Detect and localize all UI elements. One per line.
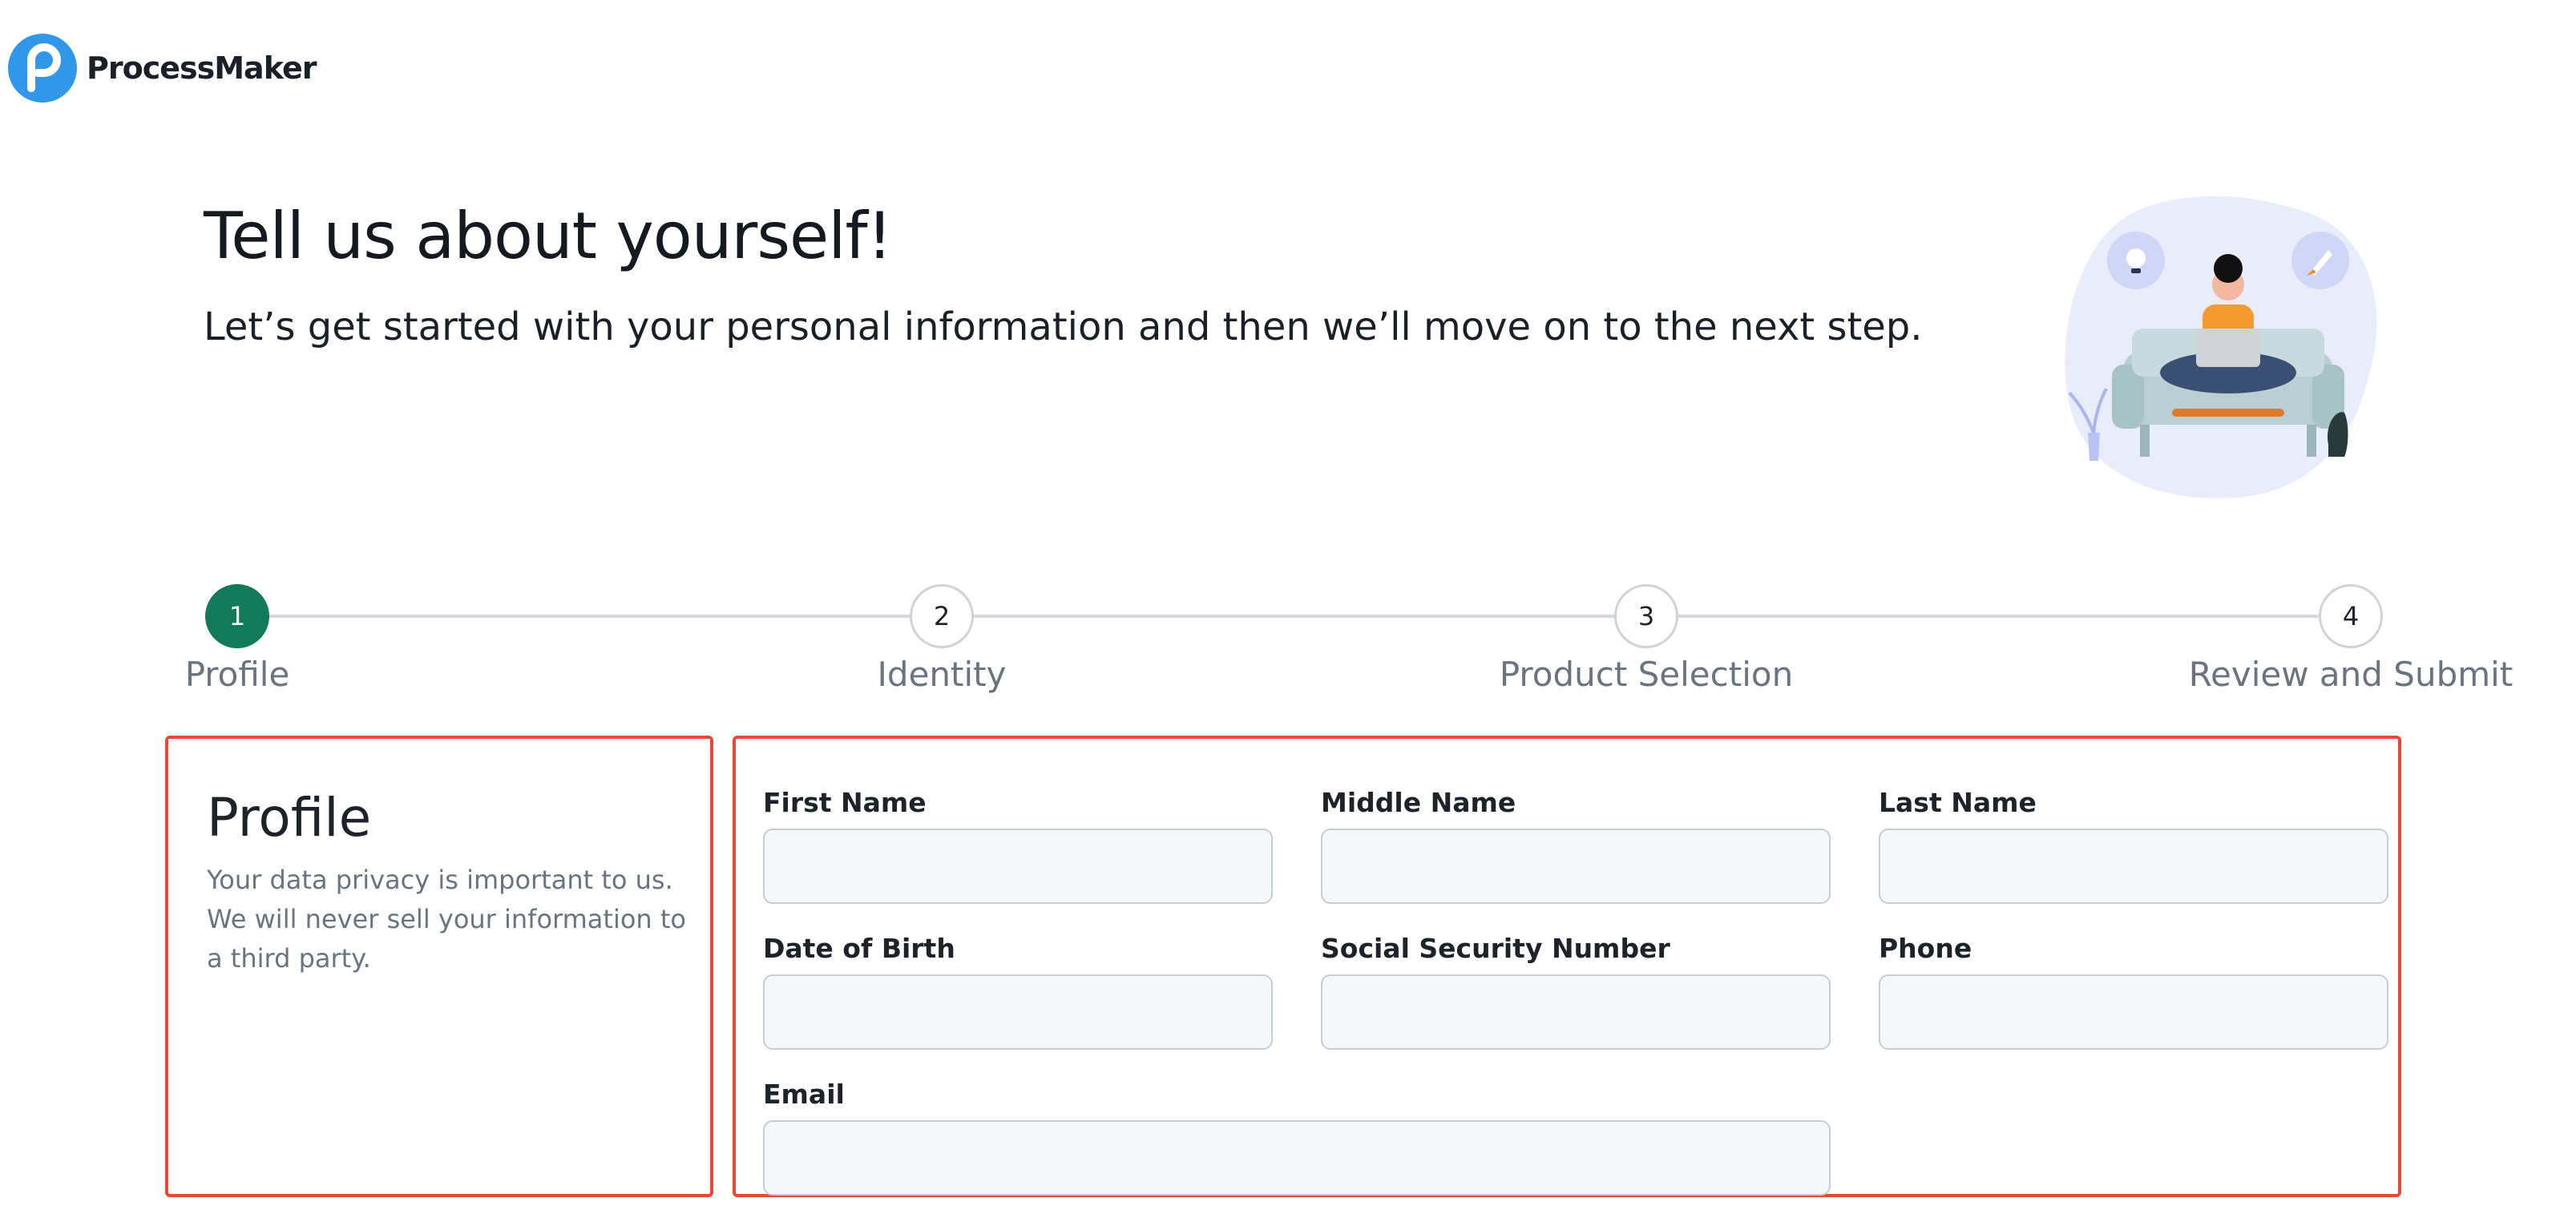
- ssn-input[interactable]: [1321, 974, 1831, 1050]
- profile-info-panel: Profile Your data privacy is important t…: [165, 736, 713, 1197]
- phone-label: Phone: [1879, 933, 1972, 964]
- logo-text: ProcessMaker: [87, 50, 317, 86]
- middle-name-input[interactable]: [1321, 829, 1831, 904]
- step-label-identity: Identity: [877, 655, 1007, 694]
- middle-name-label: Middle Name: [1321, 787, 1516, 818]
- date-of-birth-input[interactable]: [763, 974, 1273, 1050]
- last-name-label: Last Name: [1879, 787, 2037, 818]
- processmaker-logo[interactable]: ProcessMaker: [8, 34, 317, 103]
- stepper-connector: [237, 615, 2345, 618]
- step-number-4: 4: [2319, 584, 2383, 648]
- last-name-input[interactable]: [1879, 829, 2388, 904]
- page-title: Tell us about yourself!: [204, 199, 893, 273]
- email-label: Email: [763, 1079, 845, 1110]
- email-input[interactable]: [763, 1120, 1831, 1196]
- step-label-review-and-submit: Review and Submit: [2188, 655, 2513, 694]
- first-name-input[interactable]: [763, 829, 1273, 904]
- phone-input[interactable]: [1879, 974, 2388, 1050]
- processmaker-logo-icon: [8, 34, 77, 103]
- step-number-3: 3: [1614, 584, 1678, 648]
- step-label-product-selection: Product Selection: [1499, 655, 1794, 694]
- ssn-label: Social Security Number: [1321, 933, 1670, 964]
- step-label-profile: Profile: [184, 655, 290, 694]
- step-number-2: 2: [910, 584, 974, 648]
- privacy-notice: Your data privacy is important to us. We…: [207, 865, 686, 974]
- person-with-laptop-illustration: [2065, 196, 2377, 498]
- date-of-birth-label: Date of Birth: [763, 933, 955, 964]
- step-number-1: 1: [205, 584, 269, 648]
- page-subtitle: Let’s get started with your personal inf…: [204, 304, 1923, 349]
- first-name-label: First Name: [763, 787, 927, 818]
- profile-form-panel: First Name Middle Name Last Name Date of…: [733, 736, 2401, 1197]
- profile-heading: Profile: [207, 787, 372, 849]
- progress-stepper: 1 Profile 2 Identity 3 Product Selection…: [184, 581, 2513, 701]
